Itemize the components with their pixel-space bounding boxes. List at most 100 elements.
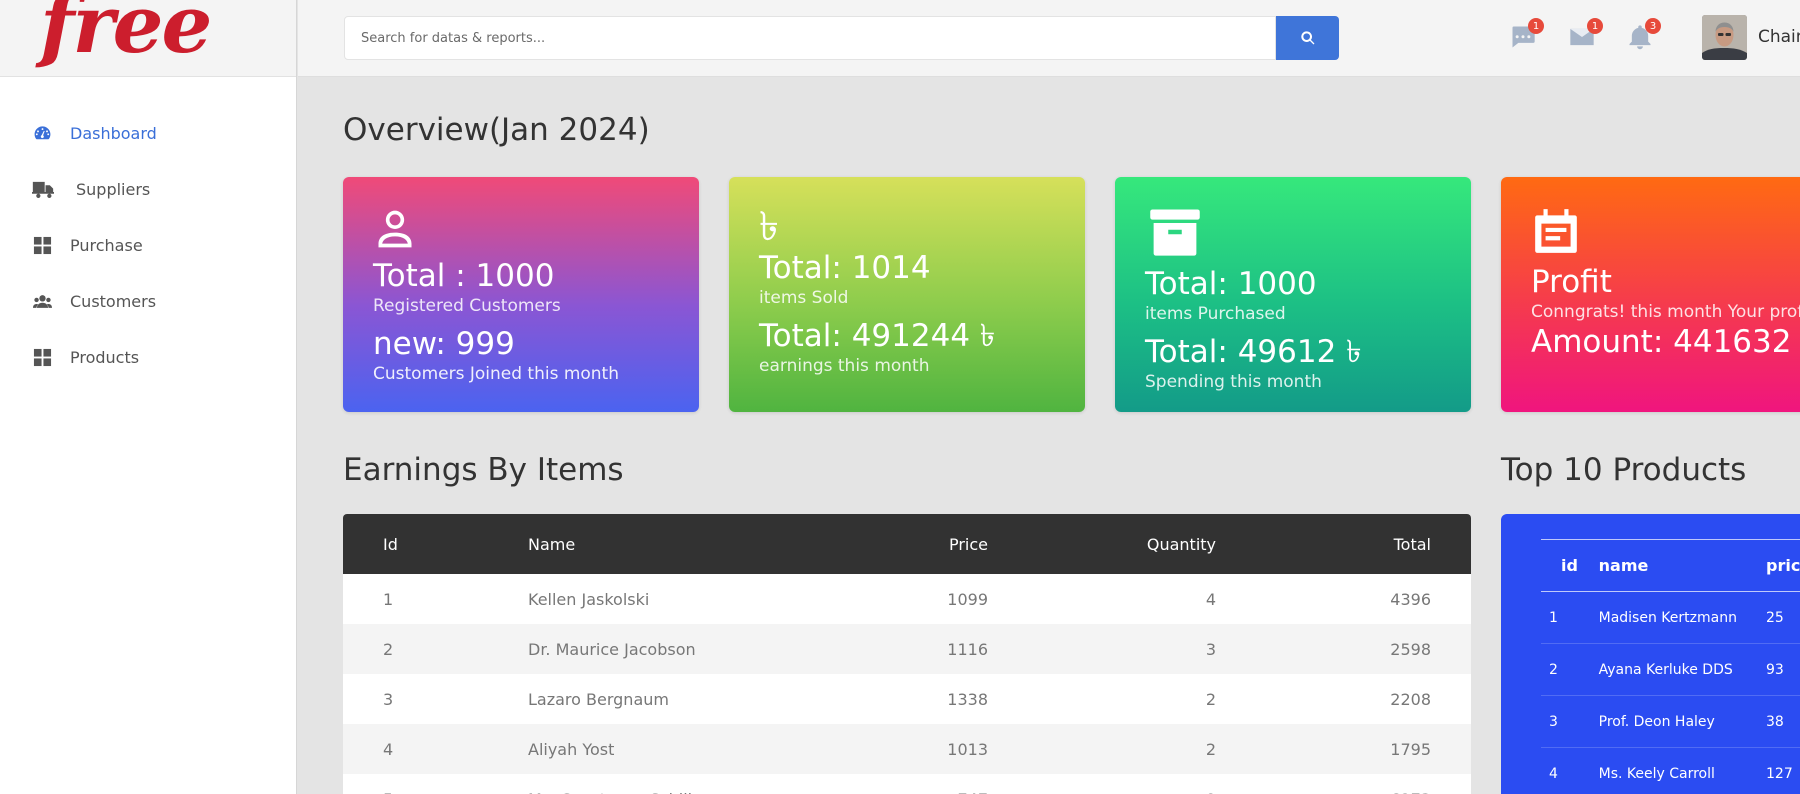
cell-total: 1795 xyxy=(1390,739,1431,759)
card-total: Total: 1000 xyxy=(1145,266,1317,302)
card-total: Total: 1014 xyxy=(759,250,931,286)
column-header[interactable]: name xyxy=(1588,539,1756,592)
column-header[interactable]: price xyxy=(1756,539,1800,592)
card-new: new: 999 xyxy=(373,326,515,362)
mail-badge: 1 xyxy=(1587,18,1603,34)
grid-icon xyxy=(32,347,52,367)
cell-name: Madisen Kertzmann xyxy=(1588,591,1756,644)
search-input[interactable] xyxy=(361,30,1275,46)
sidebar-item-customers[interactable]: Customers xyxy=(0,273,296,329)
cell-id: 1 xyxy=(383,589,394,609)
cell-id: 4 xyxy=(383,739,394,759)
cell-quantity: 2 xyxy=(1205,739,1216,759)
cell-total: 4396 xyxy=(1390,589,1431,609)
customers-card: Total : 1000 Registered Customers new: 9… xyxy=(343,177,699,412)
column-header[interactable]: Quantity xyxy=(1028,514,1256,574)
card-earnings: Total: 491244 ৳ xyxy=(759,318,996,354)
earnings-table: Id Name Price Quantity Total 1 Kellen Ja… xyxy=(343,514,1471,794)
cell-price: 93 xyxy=(1756,643,1800,696)
top-products-table: id name price 1 Madisen Kertzmann 25 2 A… xyxy=(1541,539,1800,794)
sidebar-item-label: Dashboard xyxy=(70,123,157,143)
user-photo xyxy=(1702,15,1747,60)
table-header-row: id name price xyxy=(1541,539,1800,592)
sidebar-item-label: Purchase xyxy=(70,235,143,255)
sales-card: ৳ Total: 1014 items Sold Total: 491244 ৳… xyxy=(729,177,1085,412)
cell-id: 1 xyxy=(1541,591,1589,644)
dashboard-icon xyxy=(32,123,52,143)
column-header[interactable]: id xyxy=(1541,539,1589,592)
card-caption: earnings this month xyxy=(759,356,930,376)
profit-card: Profit Conngrats! this month Your profit… xyxy=(1501,177,1800,412)
top-products-title: Top 10 Products xyxy=(1501,452,1747,488)
column-header[interactable]: Id xyxy=(343,514,488,574)
sidebar-nav: Dashboard Suppliers Purchase Customers P… xyxy=(0,77,296,385)
sidebar-item-purchase[interactable]: Purchase xyxy=(0,217,296,273)
top-products-panel: id name price 1 Madisen Kertzmann 25 2 A… xyxy=(1501,514,1800,794)
cell-id: 2 xyxy=(383,639,394,659)
archive-icon xyxy=(1145,205,1441,259)
user-icon xyxy=(373,207,669,251)
search-icon xyxy=(1300,31,1314,45)
table-row[interactable]: 1 Kellen Jaskolski 1099 4 4396 xyxy=(343,574,1471,624)
cell-id: 3 xyxy=(1541,695,1589,748)
card-spending: Total: 49612 ৳ xyxy=(1145,334,1362,370)
card-caption: Registered Customers xyxy=(373,296,561,316)
cell-id: 4 xyxy=(1541,747,1589,794)
table-header-row: Id Name Price Quantity Total xyxy=(343,514,1471,574)
bell-badge: 3 xyxy=(1645,18,1661,34)
cell-name: Aliyah Yost xyxy=(528,739,615,759)
avatar[interactable] xyxy=(1702,15,1747,60)
cell-price: 747 xyxy=(828,774,1028,794)
chat-badge: 1 xyxy=(1528,18,1544,34)
column-header[interactable]: Total xyxy=(1256,514,1471,574)
taka-icon: ৳ xyxy=(759,204,779,250)
page-title: Overview(Jan 2024) xyxy=(343,112,650,148)
purchases-card: Total: 1000 items Purchased Total: 49612… xyxy=(1115,177,1471,412)
logo-area: free xyxy=(0,0,296,77)
table-row[interactable]: 5 Ms. Constance Schiller 747 9 6273 xyxy=(343,774,1471,794)
cell-quantity: 2 xyxy=(1205,689,1216,709)
table-row[interactable]: 3 Prof. Deon Haley 38 xyxy=(1541,695,1800,748)
user-name[interactable]: Chain xyxy=(1758,27,1800,47)
card-title: Profit xyxy=(1531,264,1612,300)
cell-quantity: 4 xyxy=(1205,589,1216,609)
cell-price: 127 xyxy=(1756,747,1800,794)
card-caption: Spending this month xyxy=(1145,372,1322,392)
calendar-icon xyxy=(1531,207,1800,257)
table-row[interactable]: 1 Madisen Kertzmann 25 xyxy=(1541,591,1800,644)
cell-name: Kellen Jaskolski xyxy=(528,589,650,609)
cell-id: 2 xyxy=(1541,643,1589,696)
sidebar-item-dashboard[interactable]: Dashboard xyxy=(0,105,296,161)
cell-quantity: 9 xyxy=(1028,774,1256,794)
mail-button[interactable]: 1 xyxy=(1567,18,1603,52)
cell-total: 2208 xyxy=(1390,689,1431,709)
column-header[interactable]: Name xyxy=(488,514,828,574)
cell-price: 1338 xyxy=(947,689,988,709)
table-row[interactable]: 3 Lazaro Bergnaum 1338 2 2208 xyxy=(343,674,1471,724)
cell-name: Prof. Deon Haley xyxy=(1588,695,1756,748)
brand-logo[interactable]: free xyxy=(40,0,212,64)
cell-id: 5 xyxy=(343,774,488,794)
table-row[interactable]: 2 Dr. Maurice Jacobson 1116 3 2598 xyxy=(343,624,1471,674)
cell-name: Ms. Keely Carroll xyxy=(1588,747,1756,794)
table-row[interactable]: 4 Ms. Keely Carroll 127 xyxy=(1541,747,1800,794)
sidebar-item-products[interactable]: Products xyxy=(0,329,296,385)
notifications-button[interactable]: 3 xyxy=(1625,18,1661,52)
cell-name: Ayana Kerluke DDS xyxy=(1588,643,1756,696)
cell-name: Lazaro Bergnaum xyxy=(528,689,669,709)
search-button[interactable] xyxy=(1276,16,1339,60)
cell-name: Ms. Constance Schiller xyxy=(488,774,828,794)
sidebar-item-suppliers[interactable]: Suppliers xyxy=(0,161,296,217)
search-box xyxy=(344,16,1276,60)
sidebar-item-label: Customers xyxy=(70,291,157,311)
earnings-title: Earnings By Items xyxy=(343,452,624,488)
messages-button[interactable]: 1 xyxy=(1508,18,1544,52)
table-row[interactable]: 2 Ayana Kerluke DDS 93 xyxy=(1541,643,1800,696)
cell-id: 3 xyxy=(383,689,394,709)
grid-icon xyxy=(32,235,52,255)
cell-price: 1013 xyxy=(947,739,988,759)
cell-quantity: 3 xyxy=(1205,639,1216,659)
column-header[interactable]: Price xyxy=(828,514,1028,574)
table-row[interactable]: 4 Aliyah Yost 1013 2 1795 xyxy=(343,724,1471,774)
sidebar-item-label: Suppliers xyxy=(76,179,151,199)
